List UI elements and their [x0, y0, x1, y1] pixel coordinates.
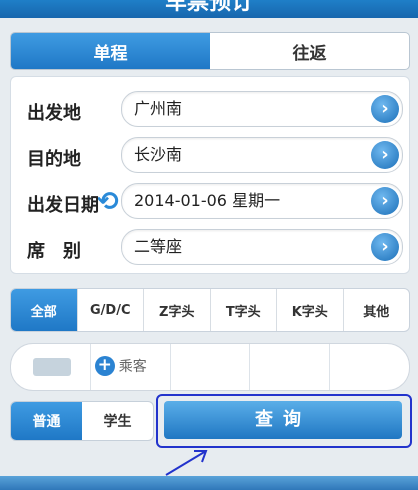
- booking-form: 出发地 广州南 › ⟲ 目的地 长沙南 › 出发日期 2014-01-06 星期…: [10, 76, 410, 274]
- ticket-type-student[interactable]: 学生: [82, 402, 153, 440]
- departure-label: 出发地: [27, 103, 81, 124]
- filter-gdc[interactable]: G/D/C: [76, 289, 144, 331]
- pointer-arrow-icon: [165, 450, 208, 476]
- add-passenger-label: 乘客: [118, 359, 147, 375]
- filter-other[interactable]: 其他: [342, 289, 410, 331]
- chevron-right-icon[interactable]: ›: [371, 141, 399, 169]
- trip-type-tabs: 单程 往返: [10, 32, 410, 70]
- seat-value: 二等座: [134, 237, 183, 256]
- train-type-filters: 全部 G/D/C Z字头 T字头 K字头 其他: [10, 288, 410, 332]
- swap-stations-icon[interactable]: ⟲: [97, 187, 121, 247]
- destination-value: 长沙南: [134, 145, 183, 164]
- app-header: 车票预订: [0, 0, 418, 18]
- tab-one-way[interactable]: 单程: [11, 33, 210, 69]
- bottom-bar: [0, 476, 418, 490]
- date-value: 2014-01-06 星期一: [134, 191, 281, 210]
- tab-round-trip[interactable]: 往返: [210, 33, 409, 69]
- plus-icon: +: [94, 356, 115, 376]
- passenger-chip[interactable]: [33, 358, 71, 376]
- query-button[interactable]: 查询: [164, 401, 402, 439]
- passenger-slot[interactable]: [169, 344, 250, 390]
- date-label: 出发日期: [27, 195, 99, 216]
- filter-t[interactable]: T字头: [209, 289, 277, 331]
- query-highlight-frame: 查询: [156, 394, 412, 448]
- add-passenger-button[interactable]: + 乘客: [94, 356, 147, 376]
- ticket-type-toggle: 普通 学生: [10, 401, 154, 441]
- departure-field[interactable]: 广州南 ›: [121, 91, 403, 127]
- passenger-list: + 乘客: [10, 343, 410, 391]
- destination-field[interactable]: 长沙南 ›: [121, 137, 403, 173]
- add-passenger-slot[interactable]: + 乘客: [89, 344, 170, 390]
- passenger-slot[interactable]: [249, 344, 329, 390]
- date-field[interactable]: 2014-01-06 星期一 ›: [121, 183, 403, 219]
- departure-value: 广州南: [134, 99, 183, 118]
- chevron-right-icon[interactable]: ›: [371, 233, 399, 261]
- seat-label: 席 别: [27, 241, 81, 262]
- chevron-right-icon[interactable]: ›: [371, 95, 399, 123]
- page-title: 车票预订: [164, 0, 253, 15]
- chevron-right-icon[interactable]: ›: [371, 187, 399, 215]
- passenger-slot[interactable]: [11, 344, 90, 390]
- passenger-slot[interactable]: [329, 344, 409, 390]
- seat-field[interactable]: 二等座 ›: [121, 229, 403, 265]
- filter-k[interactable]: K字头: [276, 289, 343, 331]
- filter-z[interactable]: Z字头: [143, 289, 210, 331]
- destination-label: 目的地: [27, 149, 81, 170]
- ticket-type-regular[interactable]: 普通: [11, 402, 82, 440]
- filter-all[interactable]: 全部: [11, 289, 77, 331]
